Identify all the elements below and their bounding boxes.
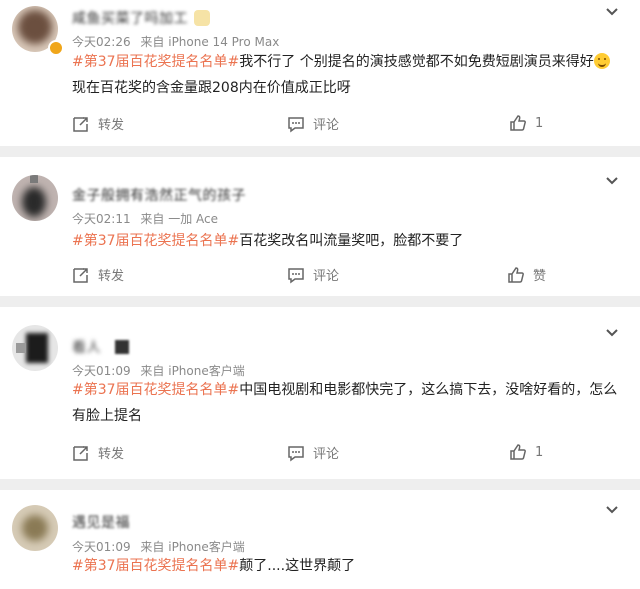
chevron-down-icon[interactable] <box>604 4 620 20</box>
post-text-line: 现在百花奖的含金量跟208内在价值成正比呀 <box>72 80 351 96</box>
post-text-line: 中国电视剧和电影都快完了，这么搞下去，没啥好看的，怎么 <box>239 382 618 398</box>
post-time: 今天02:26 <box>72 35 131 49</box>
hashtag-link[interactable]: #第37届百花奖提名名单# <box>72 382 239 398</box>
avatar[interactable] <box>12 175 58 221</box>
avatar[interactable] <box>12 325 58 371</box>
thumbs-up-icon <box>510 444 526 460</box>
thumbs-up-icon <box>508 266 524 283</box>
comment-icon <box>288 445 304 461</box>
post-source: 来自 iPhone 14 Pro Max <box>140 35 280 49</box>
user-name-row: 金子般拥有浩然正气的孩子 <box>72 185 246 205</box>
user-name[interactable]: 金子般拥有浩然正气的孩子 <box>72 185 246 205</box>
post-body: #第37届百花奖提名名单#中国电视剧和电影都快完了，这么搞下去，没啥好看的，怎么… <box>72 377 620 429</box>
verified-badge-icon <box>48 40 64 56</box>
thumbs-up-icon <box>510 115 526 131</box>
repost-button[interactable]: 转发 <box>72 443 124 462</box>
level-badge-icon <box>194 10 210 26</box>
user-name-row: 遇见是福 <box>72 512 130 532</box>
repost-icon <box>73 267 88 283</box>
post-body: #第37届百花奖提名名单#颠了....这世界颠了 <box>72 553 620 579</box>
post-body: #第37届百花奖提名名单#我不行了 个别提名的演技感觉都不如免费短剧演员来得好 … <box>72 49 620 101</box>
post-time: 今天02:11 <box>72 212 131 226</box>
post-source: 来自 iPhone客户端 <box>140 364 245 378</box>
hashtag-link[interactable]: #第37届百花奖提名名单# <box>72 233 239 249</box>
comment-button[interactable]: 评论 <box>287 443 339 462</box>
chevron-down-icon[interactable] <box>604 502 620 518</box>
hashtag-link[interactable]: #第37届百花奖提名名单# <box>72 54 239 70</box>
post-text-line: 百花奖改名叫流量奖吧，脸都不要了 <box>239 233 464 249</box>
repost-button[interactable]: 转发 <box>72 265 124 284</box>
post-meta: 今天02:26 来自 iPhone 14 Pro Max <box>72 33 279 50</box>
repost-button[interactable]: 转发 <box>72 114 124 133</box>
post-source: 来自 iPhone客户端 <box>140 540 245 554</box>
chevron-down-icon[interactable] <box>604 173 620 189</box>
comment-icon <box>288 116 304 132</box>
user-name-row: 看人 <box>72 337 129 357</box>
user-name[interactable]: 咸鱼买菜了吗加工 <box>72 8 188 28</box>
post-source: 来自 一加 Ace <box>140 212 219 226</box>
chevron-down-icon[interactable] <box>604 325 620 341</box>
post-time: 今天01:09 <box>72 540 131 554</box>
comment-button[interactable]: 评论 <box>287 265 339 284</box>
user-name[interactable]: 看人 <box>72 337 101 357</box>
post-card: 看人 今天01:09 来自 iPhone客户端 #第37届百花奖提名名单#中国电… <box>0 307 640 479</box>
post-actions: 转发 评论 赞 <box>0 265 640 289</box>
comment-button[interactable]: 评论 <box>287 114 339 133</box>
post-text-line: 有脸上提名 <box>72 408 142 424</box>
hashtag-link[interactable]: #第37届百花奖提名名单# <box>72 558 239 574</box>
repost-icon <box>73 445 88 461</box>
avatar[interactable] <box>12 505 58 551</box>
comment-icon <box>288 267 304 283</box>
like-button[interactable]: 1 <box>509 114 543 132</box>
post-card: 咸鱼买菜了吗加工 今天02:26 来自 iPhone 14 Pro Max #第… <box>0 0 640 146</box>
redacted-block <box>115 340 129 354</box>
user-name-row: 咸鱼买菜了吗加工 <box>72 8 210 28</box>
like-button[interactable]: 1 <box>509 443 543 461</box>
post-body: #第37届百花奖提名名单#百花奖改名叫流量奖吧，脸都不要了 <box>72 228 620 254</box>
rofl-emoji-icon <box>593 53 610 69</box>
post-card: 金子般拥有浩然正气的孩子 今天02:11 来自 一加 Ace #第37届百花奖提… <box>0 157 640 296</box>
post-meta: 今天02:11 来自 一加 Ace <box>72 210 218 227</box>
repost-icon <box>73 116 88 132</box>
post-text-line: 颠了....这世界颠了 <box>239 558 356 574</box>
post-actions: 转发 评论 1 <box>0 443 640 467</box>
post-time: 今天01:09 <box>72 364 131 378</box>
user-name[interactable]: 遇见是福 <box>72 512 130 532</box>
post-actions: 转发 评论 1 <box>0 114 640 138</box>
post-text-line: 我不行了 个别提名的演技感觉都不如免费短剧演员来得好 <box>239 54 594 70</box>
like-button[interactable]: 赞 <box>507 265 546 284</box>
post-card: 遇见是福 今天01:09 来自 iPhone客户端 #第37届百花奖提名名单#颠… <box>0 490 640 589</box>
